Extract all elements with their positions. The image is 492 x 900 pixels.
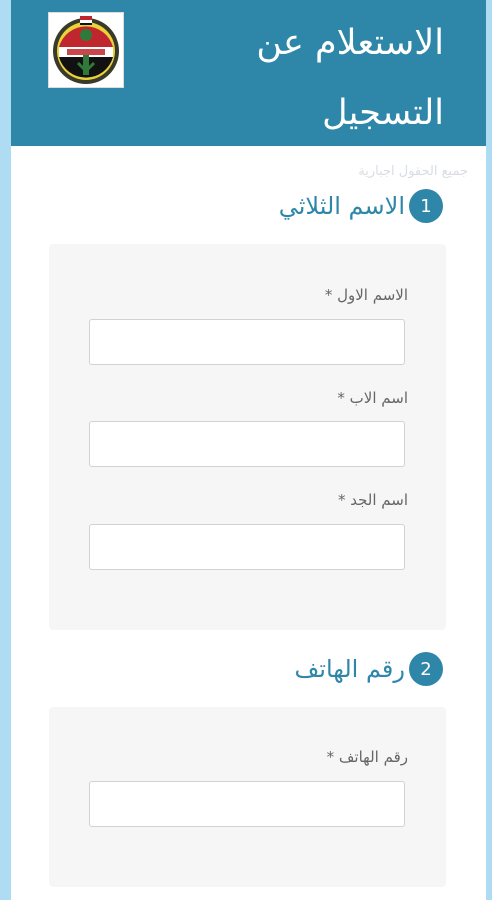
section-header-phone: 2 رقم الهاتف bbox=[294, 651, 443, 687]
section-number-badge: 1 bbox=[409, 189, 443, 223]
page-title: الاستعلام عن التسجيل bbox=[256, 23, 444, 133]
first-name-label: الاسم الاول * bbox=[324, 286, 408, 304]
form-page: الاستعلام عن التسجيل جميع الحقول اجبارية… bbox=[11, 0, 486, 900]
section-number-badge: 2 bbox=[409, 652, 443, 686]
father-name-input[interactable] bbox=[89, 421, 405, 467]
section-header-full-name: 1 الاسم الثلاثي bbox=[279, 188, 443, 224]
grandfather-name-label: اسم الجد * bbox=[337, 491, 408, 509]
father-name-label: اسم الاب * bbox=[337, 389, 408, 407]
grandfather-name-input[interactable] bbox=[89, 524, 405, 570]
phone-number-input[interactable] bbox=[89, 781, 405, 827]
first-name-input[interactable] bbox=[89, 319, 405, 365]
institution-logo-icon bbox=[48, 12, 124, 88]
full-name-panel: الاسم الاول * اسم الاب * اسم الجد * bbox=[49, 244, 446, 630]
phone-panel: رقم الهاتف * bbox=[49, 707, 446, 887]
phone-number-label: رقم الهاتف * bbox=[326, 748, 408, 766]
required-fields-note: جميع الحقول اجبارية bbox=[358, 164, 468, 179]
page-header: الاستعلام عن التسجيل bbox=[11, 0, 486, 146]
section-title-phone: رقم الهاتف bbox=[294, 655, 405, 683]
section-title-full-name: الاسم الثلاثي bbox=[278, 192, 405, 220]
